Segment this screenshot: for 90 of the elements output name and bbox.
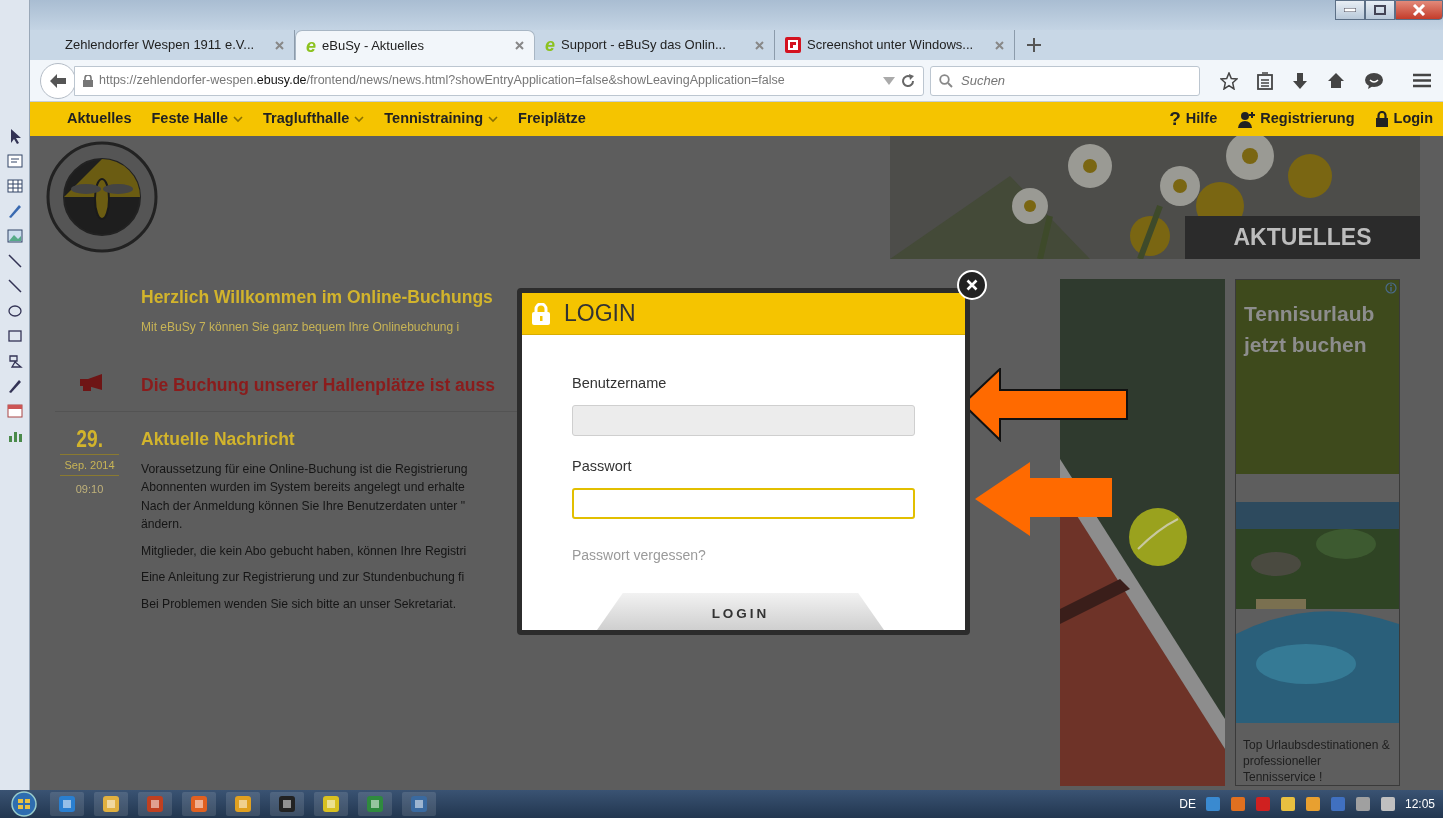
pen-icon[interactable] (6, 378, 23, 394)
browser-tab[interactable]: e eBuSy - Aktuelles (295, 30, 535, 60)
site-favicon: e (545, 36, 555, 54)
new-tab-icon[interactable] (1027, 38, 1041, 52)
welcome-heading: Herzlich Willkommen im Online-Buchungs (141, 286, 493, 309)
rectangle-icon[interactable] (6, 328, 23, 344)
welcome-subtitle: Mit eBuSy 7 können Sie ganz bequem Ihre Onlinebuchung i (141, 319, 460, 337)
paragraph: Voraussetzung für eine Online-Buchung ist die Registrierung Abonnenten wurden im System bereits angelegt und erhalte Nach der Anmeldung können Sie Ihre Benutzerdaten unter " ändern. (141, 460, 468, 534)
reload-icon[interactable] (901, 73, 915, 88)
close-icon (966, 279, 978, 291)
taskbar-app[interactable] (226, 792, 260, 816)
help-icon: ? (1169, 104, 1181, 134)
calendar-icon[interactable] (6, 403, 23, 419)
taskbar-app[interactable] (358, 792, 392, 816)
line-icon[interactable] (6, 253, 23, 269)
dialog-title: LOGIN (564, 299, 636, 329)
minimize-icon (1344, 8, 1356, 12)
megaphone-icon (77, 374, 102, 392)
address-bar[interactable]: https://zehlendorfer-wespen.ebusy.de/frontend/news/news.html?showEntryApplication=false&showLeavingApplication=false (74, 65, 924, 96)
nav-link[interactable]: ? Hilfe (1169, 104, 1218, 134)
paragraph: Eine Anleitung zur Registrierung und zur Stundenbuchung fi (141, 569, 465, 587)
back-arrow-icon (49, 72, 67, 89)
nav-link[interactable]: Tennistraining (384, 108, 499, 130)
line-icon[interactable] (6, 278, 23, 294)
taskbar-app[interactable] (50, 792, 84, 816)
text-box-icon[interactable] (6, 153, 23, 169)
paragraph: Bei Problemen wenden Sie sich bitte an unser Sekretariat. (141, 595, 457, 613)
nav-link[interactable]: Registrierung (1237, 108, 1355, 130)
start-button[interactable] (8, 791, 40, 817)
input-field[interactable] (572, 487, 915, 519)
lock-icon (532, 302, 550, 325)
chat-bubble-icon[interactable] (1364, 71, 1384, 90)
maximize-button[interactable] (1365, 0, 1395, 20)
shapes-icon[interactable] (6, 353, 23, 369)
search-icon (939, 73, 953, 88)
close-icon (1412, 4, 1426, 16)
field-label: Passwort (572, 456, 633, 476)
tray-icon[interactable] (1204, 796, 1221, 812)
language-indicator[interactable]: DE (1179, 795, 1196, 813)
site-favicon (785, 37, 801, 53)
login-button[interactable]: LOGIN (597, 593, 884, 630)
site-favicon: e (306, 36, 316, 55)
nav-link[interactable]: Traglufthalle (263, 108, 365, 130)
nav-link[interactable]: Login (1374, 108, 1433, 130)
ad-headline: Tennisurlaub jetzt buchen (1244, 301, 1376, 358)
nav-link[interactable]: Freiplätze (518, 108, 586, 130)
download-icon[interactable] (1292, 71, 1308, 90)
taskbar-app[interactable] (138, 792, 172, 816)
tray-icon[interactable] (1229, 796, 1246, 812)
taskbar-app[interactable] (402, 792, 436, 816)
taskbar-app[interactable] (182, 792, 216, 816)
nav-link[interactable]: Aktuelles (67, 108, 132, 130)
post-day: 29. (76, 425, 103, 452)
close-icon[interactable] (515, 41, 524, 50)
table-icon[interactable] (6, 178, 23, 194)
taskbar-app[interactable] (314, 792, 348, 816)
tray-icon[interactable] (1279, 796, 1296, 812)
nav-link[interactable]: Feste Halle (151, 108, 244, 130)
pen-icon[interactable] (6, 203, 23, 219)
oval-icon[interactable] (6, 303, 23, 319)
lock-icon (83, 74, 93, 87)
menu-icon[interactable] (1413, 73, 1431, 88)
taskbar-app[interactable] (94, 792, 128, 816)
tray-icon[interactable] (1379, 796, 1396, 812)
add-user-icon (1237, 110, 1256, 128)
url-text: https://zehlendorfer-wespen.ebusy.de/frontend/news/news.html?showEntryApplication=false&showLeavingApplication=false (99, 72, 786, 90)
lock-icon (1374, 111, 1389, 127)
tray-icon[interactable] (1304, 796, 1321, 812)
notice-heading: Die Buchung unserer Hallenplätze ist auss (141, 374, 495, 398)
maximize-icon (1374, 5, 1386, 15)
clipboard-icon[interactable] (1257, 71, 1273, 90)
taskbar-app[interactable] (270, 792, 304, 816)
post-date: Sep. 2014 (60, 453, 119, 477)
minimize-button[interactable] (1335, 0, 1365, 20)
search-field[interactable]: Suchen (930, 65, 1200, 96)
tray-icon[interactable] (1354, 796, 1371, 812)
field-label: Benutzername (572, 374, 668, 393)
paragraph: Mitglieder, die kein Abo gebucht haben, können Ihre Registri (141, 542, 467, 560)
post-title: Aktuelle Nachricht (141, 427, 295, 451)
back-button[interactable] (40, 62, 76, 99)
input-field[interactable] (572, 404, 915, 436)
search-input[interactable]: Suchen (959, 67, 1191, 94)
clock[interactable]: 12:05 (1404, 795, 1435, 813)
section-banner: AKTUELLES (1185, 216, 1420, 259)
post-time: 09:10 (75, 482, 104, 498)
star-icon[interactable] (1220, 71, 1238, 90)
home-icon[interactable] (1327, 72, 1345, 89)
ad-caption: Top Urlaubsdestinationen & professioneller Tennisservice ! (1242, 737, 1391, 785)
club-logo-icon (46, 141, 158, 253)
image-icon[interactable] (6, 228, 23, 244)
